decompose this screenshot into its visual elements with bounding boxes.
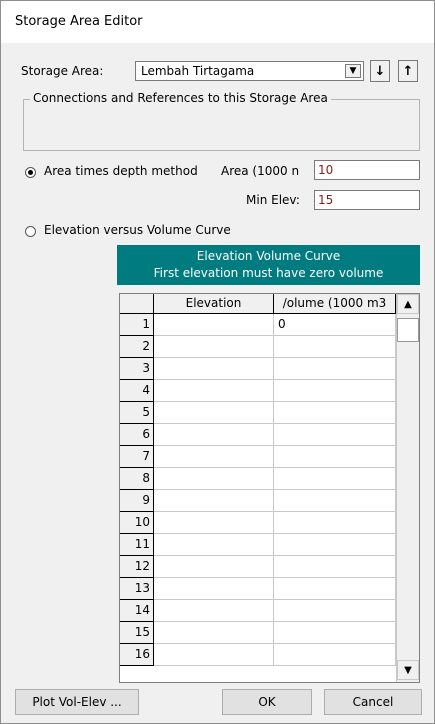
- volume-cell[interactable]: [274, 446, 396, 468]
- row-number: 3: [120, 358, 154, 380]
- volume-cell[interactable]: [274, 336, 396, 358]
- elevation-volume-header: Elevation Volume Curve First elevation m…: [117, 245, 420, 285]
- area-label: Area (1000 n: [221, 164, 300, 178]
- volume-cell[interactable]: [274, 534, 396, 556]
- row-number: 16: [120, 644, 154, 666]
- elevation-cell[interactable]: [154, 644, 274, 666]
- elevation-volume-table[interactable]: Elevation /olume (1000 m3 1 0 2 3 4 5 6 7 8 9 10 11…: [119, 293, 420, 683]
- volume-cell[interactable]: [274, 490, 396, 512]
- row-number: 7: [120, 446, 154, 468]
- elevation-cell[interactable]: [154, 446, 274, 468]
- storage-area-value: Lembah Tirtagama: [141, 64, 255, 78]
- row-number: 13: [120, 578, 154, 600]
- volume-cell[interactable]: [274, 424, 396, 446]
- move-up-button[interactable]: ↑: [398, 60, 418, 82]
- min-elev-input[interactable]: 15: [314, 190, 420, 210]
- volume-cell[interactable]: [274, 358, 396, 380]
- plot-vol-elev-button[interactable]: Plot Vol-Elev ...: [15, 689, 139, 715]
- arrow-down-icon: ↓: [374, 63, 386, 79]
- row-header-corner: [120, 294, 154, 314]
- volume-cell[interactable]: [274, 468, 396, 490]
- row-number: 14: [120, 600, 154, 622]
- storage-area-label: Storage Area:: [21, 64, 104, 78]
- area-method-radio[interactable]: [25, 167, 36, 178]
- volume-cell[interactable]: 0: [274, 314, 396, 336]
- scroll-up-icon[interactable]: ▲: [397, 294, 419, 314]
- min-elev-value: 15: [318, 193, 334, 207]
- area-value: 10: [318, 163, 334, 177]
- volume-cell[interactable]: [274, 644, 396, 666]
- elevation-cell[interactable]: [154, 534, 274, 556]
- table-scrollbar[interactable]: ▲ ▼: [396, 294, 419, 682]
- connections-legend: Connections and References to this Stora…: [30, 91, 331, 105]
- storage-area-select[interactable]: Lembah Tirtagama ▼: [135, 61, 364, 81]
- area-method-label: Area times depth method: [44, 164, 198, 178]
- row-number: 4: [120, 380, 154, 402]
- elevation-cell[interactable]: [154, 490, 274, 512]
- row-number: 6: [120, 424, 154, 446]
- arrow-up-icon: ↑: [402, 63, 414, 79]
- storage-area-editor-window: Storage Area Editor Storage Area: Lembah…: [0, 0, 435, 724]
- row-number: 8: [120, 468, 154, 490]
- dropdown-arrow-icon[interactable]: ▼: [345, 64, 361, 78]
- elevation-cell[interactable]: [154, 468, 274, 490]
- move-down-button[interactable]: ↓: [370, 60, 390, 82]
- cancel-button[interactable]: Cancel: [324, 689, 422, 715]
- elevation-cell[interactable]: [154, 622, 274, 644]
- window-title: Storage Area Editor: [15, 14, 143, 29]
- area-input[interactable]: 10: [314, 160, 420, 180]
- connections-group: Connections and References to this Stora…: [23, 91, 420, 151]
- elevation-cell[interactable]: [154, 402, 274, 424]
- volume-cell[interactable]: [274, 512, 396, 534]
- elevation-cell[interactable]: [154, 314, 274, 336]
- column-header-volume: /olume (1000 m3: [274, 294, 396, 314]
- elevation-cell[interactable]: [154, 358, 274, 380]
- elevation-cell[interactable]: [154, 512, 274, 534]
- scroll-thumb[interactable]: [397, 318, 419, 342]
- title-bar: Storage Area Editor: [1, 1, 434, 43]
- elevation-volume-radio[interactable]: [25, 226, 36, 237]
- elevation-cell[interactable]: [154, 380, 274, 402]
- radio-selected-dot: [28, 170, 33, 175]
- row-number: 10: [120, 512, 154, 534]
- row-number: 9: [120, 490, 154, 512]
- volume-cell[interactable]: [274, 556, 396, 578]
- row-number: 12: [120, 556, 154, 578]
- min-elev-label: Min Elev:: [246, 193, 300, 207]
- header-line2: First elevation must have zero volume: [153, 266, 384, 280]
- elevation-cell[interactable]: [154, 336, 274, 358]
- scroll-down-icon[interactable]: ▼: [397, 660, 419, 680]
- elevation-cell[interactable]: [154, 556, 274, 578]
- volume-cell[interactable]: [274, 622, 396, 644]
- row-number: 1: [120, 314, 154, 336]
- volume-cell[interactable]: [274, 402, 396, 424]
- row-number: 5: [120, 402, 154, 424]
- elevation-cell[interactable]: [154, 578, 274, 600]
- ok-button[interactable]: OK: [222, 689, 312, 715]
- column-header-elevation: Elevation: [154, 294, 274, 314]
- elevation-cell[interactable]: [154, 424, 274, 446]
- elevation-volume-label: Elevation versus Volume Curve: [44, 223, 231, 237]
- row-number: 11: [120, 534, 154, 556]
- elevation-cell[interactable]: [154, 600, 274, 622]
- volume-cell[interactable]: [274, 578, 396, 600]
- row-number: 15: [120, 622, 154, 644]
- volume-cell[interactable]: [274, 380, 396, 402]
- volume-cell[interactable]: [274, 600, 396, 622]
- header-line1: Elevation Volume Curve: [196, 249, 341, 263]
- row-number: 2: [120, 336, 154, 358]
